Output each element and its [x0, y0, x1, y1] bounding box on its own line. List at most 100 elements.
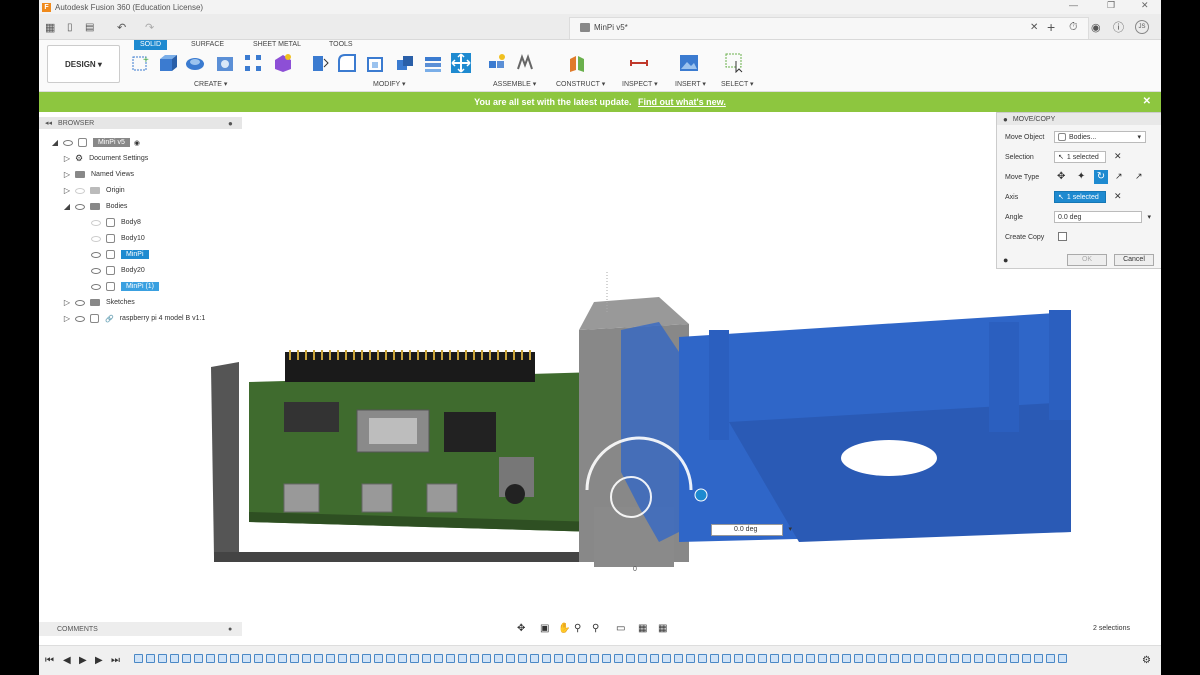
timeline-end-icon[interactable]: ⏭: [111, 655, 120, 666]
translate-icon[interactable]: ✦: [1077, 171, 1085, 182]
extrude-icon[interactable]: [157, 53, 177, 73]
new-component-icon[interactable]: [487, 53, 507, 73]
insert-menu[interactable]: INSERT ▾: [675, 80, 706, 88]
file-icon[interactable]: ▯: [67, 14, 73, 40]
visibility-icon[interactable]: [75, 203, 85, 210]
look-at-icon[interactable]: ▣: [540, 623, 549, 634]
construct-menu[interactable]: CONSTRUCT ▾: [556, 80, 605, 88]
visibility-icon[interactable]: [91, 219, 101, 226]
browser-item-minpi[interactable]: MinPi: [91, 248, 149, 261]
visibility-icon[interactable]: [91, 267, 101, 274]
offset-plane-icon[interactable]: [567, 53, 587, 73]
document-tab[interactable]: MinPi v5* ✕: [569, 17, 1089, 39]
tab-tools[interactable]: TOOLS: [329, 40, 353, 50]
selection-field[interactable]: ↖ 1 selected: [1054, 151, 1106, 163]
clear-axis-icon[interactable]: ✕: [1114, 191, 1122, 202]
shell-icon[interactable]: [365, 53, 385, 73]
visibility-icon[interactable]: [91, 283, 101, 290]
orbit-icon[interactable]: ✥: [517, 623, 525, 634]
point-to-point-icon[interactable]: ↗: [1115, 171, 1123, 182]
visibility-icon[interactable]: [91, 235, 101, 242]
tab-sheet-metal[interactable]: SHEET METAL: [253, 40, 301, 50]
redo-icon[interactable]: ↷: [145, 14, 154, 40]
new-tab-icon[interactable]: +: [1047, 14, 1055, 40]
comments-panel[interactable]: COMMENTS ●: [39, 622, 242, 636]
pattern-icon[interactable]: [243, 53, 263, 73]
timeline-settings-icon[interactable]: ⚙: [1142, 655, 1151, 666]
free-move-icon[interactable]: ✥: [1057, 171, 1065, 182]
browser-item-named-views[interactable]: ▷ Named Views: [63, 168, 134, 181]
move-object-select[interactable]: Bodies... ▾: [1054, 131, 1146, 143]
user-avatar[interactable]: JS: [1135, 14, 1149, 40]
create-copy-checkbox[interactable]: [1058, 232, 1067, 241]
timeline-next-icon[interactable]: ▶: [95, 655, 103, 666]
ok-button[interactable]: OK: [1067, 254, 1107, 266]
zoom-icon[interactable]: ⚲: [574, 623, 581, 634]
fillet-icon[interactable]: [337, 53, 357, 73]
grid-settings-icon[interactable]: ▦: [638, 623, 647, 634]
browser-item-minpi-1[interactable]: MinPi (1): [91, 280, 160, 293]
viewports-icon[interactable]: ▦: [658, 623, 667, 634]
visibility-icon[interactable]: [91, 251, 101, 258]
hole-icon[interactable]: [215, 53, 235, 73]
job-status-icon[interactable]: ⏱: [1069, 14, 1078, 40]
angle-drag-handle[interactable]: [694, 488, 708, 502]
timeline-features[interactable]: [134, 654, 1134, 666]
save-icon[interactable]: ▤: [85, 14, 94, 40]
visibility-icon[interactable]: [75, 299, 85, 306]
browser-pin-icon[interactable]: ●: [228, 119, 233, 128]
browser-item-body20[interactable]: Body20: [91, 264, 145, 277]
tab-solid[interactable]: SOLID: [134, 40, 168, 50]
rotate-icon[interactable]: ↻: [1094, 170, 1108, 184]
activate-icon[interactable]: ◉: [134, 139, 140, 147]
browser-item-origin[interactable]: ▷ Origin: [63, 184, 125, 197]
display-settings-icon[interactable]: ▭: [616, 623, 625, 634]
revolve-icon[interactable]: [185, 53, 205, 73]
collapse-icon[interactable]: ◢: [51, 138, 59, 147]
help-icon[interactable]: ⓘ: [1113, 14, 1124, 40]
axis-field[interactable]: ↖ 1 selected: [1054, 191, 1106, 203]
visibility-icon[interactable]: [75, 315, 85, 322]
move-copy-icon[interactable]: [451, 53, 471, 73]
modify-menu[interactable]: MODIFY ▾: [373, 80, 406, 88]
measure-icon[interactable]: [629, 53, 649, 73]
pan-icon[interactable]: ✋: [558, 623, 570, 634]
create-menu[interactable]: CREATE ▾: [194, 80, 227, 88]
grey-bracket-part[interactable]: [211, 362, 239, 557]
inspect-menu[interactable]: INSPECT ▾: [622, 80, 658, 88]
select-icon[interactable]: [725, 53, 745, 73]
notifications-icon[interactable]: ◉: [1091, 14, 1101, 40]
timeline-prev-icon[interactable]: ◀: [63, 655, 71, 666]
combine-icon[interactable]: [395, 53, 415, 73]
cancel-button[interactable]: Cancel: [1114, 254, 1154, 266]
browser-item-document-settings[interactable]: ▷ ⚙ Document Settings: [63, 152, 148, 165]
press-pull-icon[interactable]: [309, 53, 329, 73]
workspace-switcher[interactable]: DESIGN ▾: [47, 45, 120, 83]
browser-item-sketches[interactable]: ▷ Sketches: [63, 296, 135, 309]
angle-input[interactable]: 0.0 deg ▾: [711, 524, 792, 536]
timeline-play-icon[interactable]: ▶: [79, 655, 87, 666]
joint-icon[interactable]: [515, 53, 535, 73]
visibility-icon[interactable]: [75, 187, 85, 194]
browser-item-body8[interactable]: Body8: [91, 216, 141, 229]
clear-selection-icon[interactable]: ✕: [1114, 151, 1122, 162]
browser-root[interactable]: ◢ MinPi v5 ◉: [51, 136, 140, 149]
browser-item-raspberry-pi[interactable]: ▷ 🔗 raspberry pi 4 model B v1:1: [63, 312, 205, 325]
info-icon[interactable]: ●: [1003, 255, 1008, 265]
browser-item-bodies[interactable]: ◢ Bodies: [63, 200, 127, 213]
angle-field[interactable]: 0.0 deg ▾: [1054, 211, 1151, 223]
offset-face-icon[interactable]: [423, 53, 443, 73]
create-sketch-icon[interactable]: +: [131, 53, 151, 73]
create-form-icon[interactable]: [273, 53, 293, 73]
close-tab-icon[interactable]: ✕: [1030, 22, 1038, 33]
browser-item-body10[interactable]: Body10: [91, 232, 145, 245]
comments-pin-icon[interactable]: ●: [228, 626, 232, 633]
visibility-icon[interactable]: [63, 139, 73, 146]
select-menu[interactable]: SELECT ▾: [721, 80, 754, 88]
whats-new-link[interactable]: Find out what's new.: [638, 97, 726, 107]
banner-close-icon[interactable]: ✕: [1143, 92, 1151, 112]
timeline-start-icon[interactable]: ⏮: [45, 655, 54, 666]
insert-canvas-icon[interactable]: [679, 53, 699, 73]
undo-icon[interactable]: ↶: [117, 14, 126, 40]
fit-icon[interactable]: ⚲: [592, 623, 599, 634]
